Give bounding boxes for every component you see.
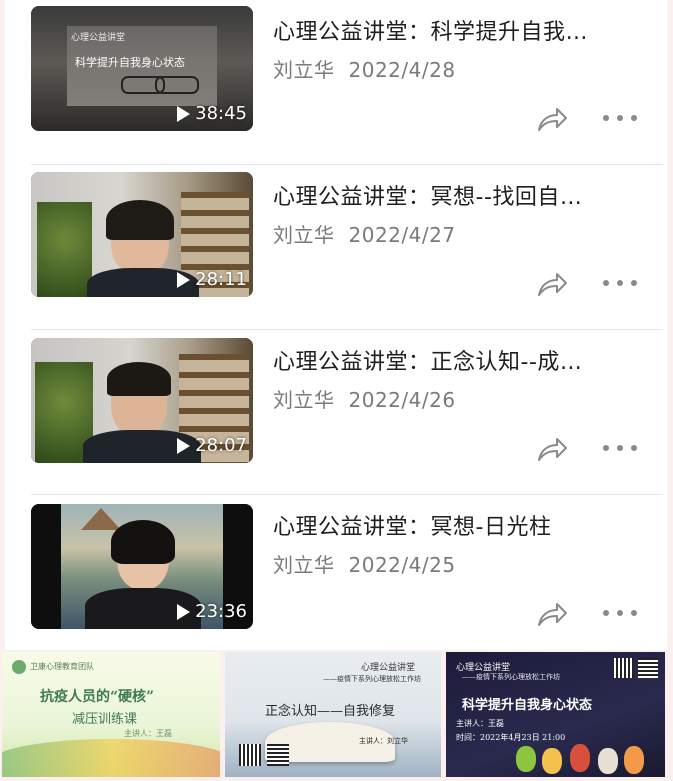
thumbnail-caption: 心理公益讲堂 xyxy=(71,33,126,43)
promo-tile-mindfulness[interactable]: 心理公益讲堂 ——疫情下系列心理放松工作坊 正念认知——自我修复 主讲人：刘立华 xyxy=(225,652,441,777)
promo-tile-wellbeing[interactable]: 心理公益讲堂 ——疫情下系列心理放松工作坊 科学提升自我身心状态 主讲人：王磊 … xyxy=(446,652,665,777)
bean-figure-image xyxy=(598,748,618,774)
video-meta: 刘立华 2022/4/28 xyxy=(273,54,456,83)
more-dots-icon[interactable] xyxy=(603,607,637,619)
video-title[interactable]: 心理公益讲堂：冥想--找回自… xyxy=(273,179,653,211)
bean-figure-image xyxy=(624,746,644,774)
publish-date: 2022/4/25 xyxy=(348,553,456,577)
video-item[interactable]: 心理公益讲堂 科学提升自我身心状态 38:45 心理公益讲堂：科学提升自我… 刘… xyxy=(5,0,667,165)
video-title[interactable]: 心理公益讲堂：冥想-日光柱 xyxy=(273,509,653,541)
share-arrow-icon[interactable] xyxy=(535,599,569,629)
duration-badge: 23:36 xyxy=(177,601,247,622)
duration-badge: 38:45 xyxy=(177,103,247,124)
tile-subtitle: 减压训练课 xyxy=(72,712,138,727)
org-name: 卫康心理教育团队 xyxy=(30,662,94,671)
promo-strip: 卫康心理教育团队 抗疫人员的“硬核” 减压训练课 主讲人：王磊 心理公益讲堂 —… xyxy=(0,650,673,781)
tile-header-sub: ——疫情下系列心理放松工作坊 xyxy=(462,673,560,681)
author-name[interactable]: 刘立华 xyxy=(273,223,335,247)
video-list: 心理公益讲堂 科学提升自我身心状态 38:45 心理公益讲堂：科学提升自我… 刘… xyxy=(5,0,667,650)
author-name[interactable]: 刘立华 xyxy=(273,388,335,412)
play-icon xyxy=(177,437,191,454)
publish-date: 2022/4/27 xyxy=(348,223,456,247)
tile-note: 主讲人：王磊 xyxy=(124,729,172,738)
tile-time: 时间：2022年4月23日 21:00 xyxy=(456,733,566,742)
duration-badge: 28:11 xyxy=(177,269,247,290)
more-dots-icon[interactable] xyxy=(603,442,637,454)
video-item[interactable]: 23:36 心理公益讲堂：冥想-日光柱 刘立华 2022/4/25 xyxy=(5,495,667,660)
video-thumbnail[interactable]: 23:36 xyxy=(31,504,253,629)
play-icon xyxy=(177,105,191,122)
tile-title: 正念认知——自我修复 xyxy=(265,704,396,719)
video-meta: 刘立华 2022/4/25 xyxy=(273,549,456,578)
tile-speaker: 主讲人：刘立华 xyxy=(359,737,408,745)
video-title[interactable]: 心理公益讲堂：科学提升自我… xyxy=(273,14,653,46)
qr-code-icon xyxy=(614,658,634,678)
video-meta: 刘立华 2022/4/27 xyxy=(273,219,456,248)
qr-code-icon xyxy=(638,658,658,678)
thumbnail-caption: 科学提升自我身心状态 xyxy=(75,56,185,69)
logo-icon xyxy=(12,660,26,674)
video-thumbnail[interactable]: 28:07 xyxy=(31,338,253,463)
more-dots-icon[interactable] xyxy=(603,112,637,124)
publish-date: 2022/4/28 xyxy=(348,58,456,82)
video-item[interactable]: 28:07 心理公益讲堂：正念认知--成… 刘立华 2022/4/26 xyxy=(5,330,667,495)
qr-code-icon xyxy=(267,744,289,766)
share-arrow-icon[interactable] xyxy=(535,104,569,134)
tile-title: 科学提升自我身心状态 xyxy=(462,698,593,713)
author-name[interactable]: 刘立华 xyxy=(273,58,335,82)
play-icon xyxy=(177,271,191,288)
bean-figure-image xyxy=(570,744,590,772)
tile-header-sub: ——疫情下系列心理放松工作坊 xyxy=(323,675,421,683)
video-meta: 刘立华 2022/4/26 xyxy=(273,384,456,413)
tile-speaker: 主讲人：王磊 xyxy=(456,719,504,728)
more-dots-icon[interactable] xyxy=(603,277,637,289)
publish-date: 2022/4/26 xyxy=(348,388,456,412)
tile-header: 心理公益讲堂 xyxy=(361,663,416,673)
play-icon xyxy=(177,603,191,620)
promo-tile-stress-course[interactable]: 卫康心理教育团队 抗疫人员的“硬核” 减压训练课 主讲人：王磊 xyxy=(2,652,220,777)
author-name[interactable]: 刘立华 xyxy=(273,553,335,577)
video-thumbnail[interactable]: 28:11 xyxy=(31,172,253,297)
video-title[interactable]: 心理公益讲堂：正念认知--成… xyxy=(273,344,653,376)
share-arrow-icon[interactable] xyxy=(535,434,569,464)
bean-figure-image xyxy=(542,748,562,774)
share-arrow-icon[interactable] xyxy=(535,269,569,299)
bean-figure-image xyxy=(516,746,536,772)
duration-badge: 28:07 xyxy=(177,435,247,456)
qr-code-icon xyxy=(239,744,261,766)
video-item[interactable]: 28:11 心理公益讲堂：冥想--找回自… 刘立华 2022/4/27 xyxy=(5,165,667,330)
tile-title: 抗疫人员的“硬核” xyxy=(40,689,155,705)
video-thumbnail[interactable]: 心理公益讲堂 科学提升自我身心状态 38:45 xyxy=(31,6,253,131)
